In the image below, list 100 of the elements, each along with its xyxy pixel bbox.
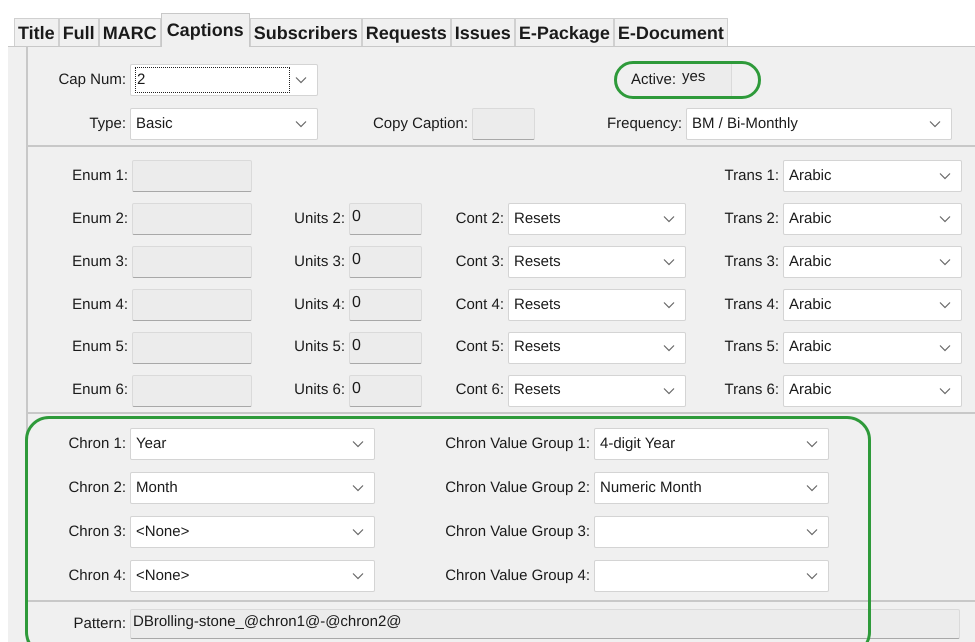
dropdown[interactable]: Arabic: [783, 203, 962, 236]
dropdown[interactable]: 2: [130, 64, 318, 96]
tab[interactable]: E-Document: [614, 18, 728, 46]
chevron-down-icon: [663, 344, 675, 352]
dropdown[interactable]: <None>: [130, 560, 375, 592]
field-label: Enum 6:: [71, 380, 129, 400]
field-label: Units 4:: [293, 294, 346, 315]
field-label: Cont 4:: [454, 294, 505, 315]
text-field[interactable]: 0: [349, 332, 422, 364]
text-field[interactable]: [132, 203, 252, 236]
field-label: Units 3:: [293, 252, 346, 272]
chevron-down-icon: [663, 258, 675, 266]
chevron-down-icon: [663, 386, 675, 395]
chevron-down-icon: [352, 484, 364, 492]
dropdown[interactable]: 4-digit Year: [594, 428, 829, 460]
dropdown[interactable]: Arabic: [783, 160, 962, 192]
text-field[interactable]: DBrolling-stone_@chron1@-@chron2@: [130, 609, 960, 639]
field-label: Units 2:: [293, 208, 346, 229]
tab[interactable]: Issues: [450, 18, 515, 46]
dropdown[interactable]: Arabic: [783, 332, 962, 364]
text-field[interactable]: [132, 160, 252, 192]
dropdown[interactable]: [594, 560, 829, 592]
dropdown[interactable]: [594, 516, 829, 548]
chevron-down-icon: [939, 386, 951, 395]
dropdown[interactable]: Month: [130, 472, 375, 504]
text-field[interactable]: 0: [349, 374, 422, 407]
text-field[interactable]: 0: [349, 203, 422, 236]
dropdown[interactable]: Resets: [508, 203, 686, 236]
chevron-down-icon: [352, 528, 364, 536]
field-label: Active:: [631, 70, 678, 90]
chevron-down-icon: [806, 440, 818, 448]
dropdown[interactable]: BM / Bi-Monthly: [686, 108, 952, 140]
chevron-down-icon: [939, 300, 951, 309]
field-label: Chron 4:: [67, 566, 127, 586]
field-label: Enum 1:: [71, 166, 129, 186]
dropdown[interactable]: Arabic: [783, 288, 962, 321]
chevron-down-icon: [939, 258, 951, 266]
field-label: Cap Num:: [57, 70, 127, 90]
chevron-down-icon: [806, 528, 818, 536]
chevron-down-icon: [939, 215, 951, 224]
tab[interactable]: Subscribers: [250, 18, 362, 46]
field-label: Pattern:: [72, 614, 127, 634]
dropdown[interactable]: Resets: [508, 374, 686, 407]
field-label: Chron Value Group 1:: [444, 434, 591, 454]
text-field[interactable]: 0: [349, 246, 422, 278]
tab[interactable]: E-Package: [514, 18, 614, 46]
field-label: Trans 1:: [724, 166, 780, 186]
dropdown[interactable]: Resets: [508, 332, 686, 364]
field-label: Chron Value Group 2:: [444, 478, 591, 498]
field-label: Cont 6:: [454, 380, 505, 400]
dropdown[interactable]: Numeric Month: [594, 472, 829, 504]
field-label: Trans 6:: [724, 380, 780, 400]
field-label: Trans 3:: [724, 252, 780, 272]
text-field[interactable]: [132, 332, 252, 364]
text-field[interactable]: [132, 246, 252, 278]
field-label: Frequency:: [606, 114, 683, 134]
chevron-down-icon: [352, 572, 364, 580]
field-label: Chron Value Group 4:: [444, 566, 591, 586]
dropdown[interactable]: Arabic: [783, 246, 962, 278]
field-label: Trans 5:: [724, 337, 780, 358]
field-label: Chron 1:: [67, 434, 127, 454]
field-label: Units 5:: [293, 337, 346, 358]
chevron-down-icon: [929, 120, 941, 128]
field-label: Trans 2:: [724, 208, 780, 229]
dropdown[interactable]: Basic: [130, 108, 318, 140]
chevron-down-icon: [295, 76, 307, 84]
dropdown[interactable]: Arabic: [783, 374, 962, 407]
field-label: Enum 5:: [71, 337, 129, 358]
text-field[interactable]: 0: [349, 288, 422, 321]
field-label: Cont 5:: [454, 337, 505, 358]
text-field[interactable]: [132, 288, 252, 321]
chevron-down-icon: [806, 484, 818, 492]
dropdown[interactable]: Year: [130, 428, 375, 460]
field-label: Type:: [88, 114, 127, 134]
tab[interactable]: Requests: [362, 18, 451, 46]
tab[interactable]: Captions: [160, 13, 250, 47]
tab[interactable]: MARC: [98, 18, 161, 46]
field-label: Cont 3:: [454, 252, 505, 272]
dropdown[interactable]: Resets: [508, 288, 686, 321]
field-label: Chron 2:: [67, 478, 127, 498]
chevron-down-icon: [939, 172, 951, 180]
field-label: Copy Caption:: [372, 114, 469, 134]
text-field[interactable]: [132, 374, 252, 407]
chevron-down-icon: [939, 344, 951, 352]
chevron-down-icon: [352, 440, 364, 448]
dropdown[interactable]: <None>: [130, 516, 375, 548]
chevron-down-icon: [806, 572, 818, 580]
tab[interactable]: Full: [58, 18, 99, 46]
field-label: Enum 2:: [71, 208, 129, 229]
field-label: Enum 3:: [71, 252, 129, 272]
field-label: Trans 4:: [724, 294, 780, 315]
chevron-down-icon: [663, 215, 675, 224]
tab[interactable]: Title: [14, 18, 59, 46]
field-label: Chron 3:: [67, 522, 127, 542]
field-label: Units 6:: [293, 380, 346, 400]
field-label: Cont 2:: [454, 208, 505, 229]
field-label: Chron Value Group 3:: [444, 522, 591, 542]
chevron-down-icon: [663, 300, 675, 309]
dropdown[interactable]: Resets: [508, 246, 686, 278]
text-field[interactable]: [472, 108, 535, 140]
